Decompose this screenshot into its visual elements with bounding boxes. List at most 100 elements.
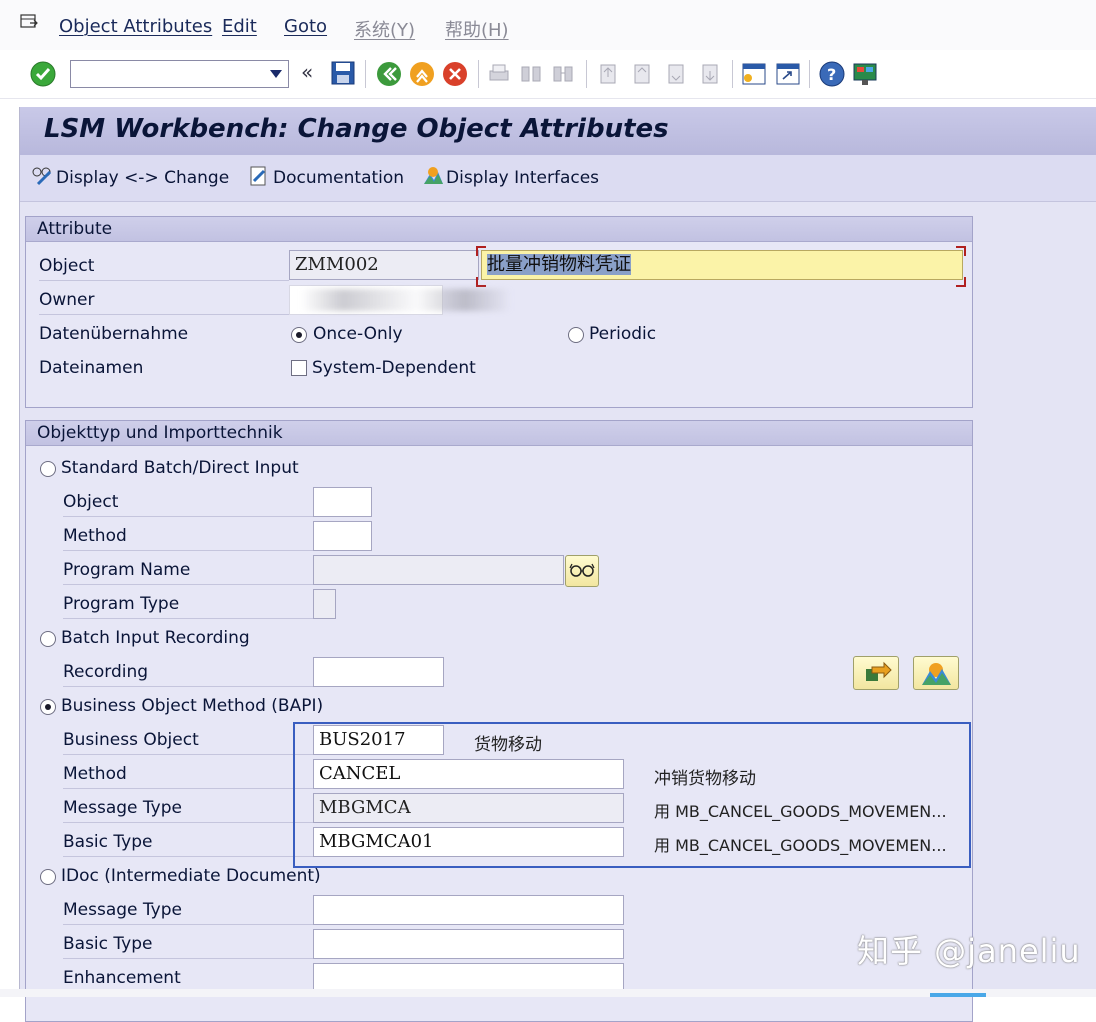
documentation-label: Documentation — [273, 168, 405, 188]
label-underline — [63, 686, 313, 687]
standard-batch-label: Standard Batch/Direct Input — [61, 458, 299, 478]
label-underline — [63, 788, 313, 789]
program-type-label: Program Type — [63, 594, 180, 614]
label-underline — [63, 924, 313, 925]
standard-toolbar: « ? — [0, 50, 1096, 99]
recording-label: Recording — [63, 662, 149, 682]
first-page-icon — [596, 62, 620, 86]
exit-icon[interactable] — [409, 61, 435, 87]
find-icon — [520, 63, 542, 85]
glasses-icon — [569, 563, 595, 577]
bapi-radio[interactable] — [40, 699, 56, 715]
corner-marker — [956, 277, 966, 287]
attribute-group-header: Attribute — [26, 217, 972, 242]
sb-object-label: Object — [63, 492, 119, 512]
label-underline — [63, 516, 313, 517]
label-underline — [63, 584, 313, 585]
print-icon — [488, 63, 510, 85]
periodic-radio[interactable] — [568, 327, 584, 343]
next-page-icon — [664, 62, 688, 86]
command-input[interactable] — [73, 63, 257, 85]
collapse-icon[interactable]: « — [301, 60, 313, 84]
new-session-icon[interactable] — [741, 61, 767, 87]
svg-text:?: ? — [827, 65, 836, 84]
owner-label: Owner — [39, 290, 95, 310]
once-only-radio[interactable] — [291, 327, 307, 343]
highlight-box — [293, 722, 971, 868]
label-underline — [39, 314, 289, 315]
attribute-group-title: Attribute — [37, 219, 113, 239]
sb-object-field[interactable] — [313, 487, 372, 517]
bapi-method-label: Method — [63, 764, 127, 784]
last-page-icon — [698, 62, 722, 86]
system-dependent-label: System-Dependent — [312, 358, 476, 378]
back-icon[interactable] — [376, 61, 402, 87]
standard-batch-radio[interactable] — [40, 461, 56, 477]
objekttyp-group-title: Objekttyp und Importtechnik — [37, 423, 283, 443]
label-underline — [63, 958, 313, 959]
dateinamen-label: Dateinamen — [39, 358, 144, 378]
idoc-message-type-field[interactable] — [313, 895, 624, 925]
status-indicator — [930, 993, 986, 997]
batch-input-label: Batch Input Recording — [61, 628, 250, 648]
once-only-label: Once-Only — [313, 324, 403, 344]
system-dependent-checkbox[interactable] — [291, 360, 307, 376]
interfaces-icon — [422, 166, 443, 186]
recording-field[interactable] — [313, 657, 444, 687]
periodic-label: Periodic — [589, 324, 657, 344]
menu-icon[interactable] — [20, 14, 38, 30]
idoc-basic-type-field[interactable] — [313, 929, 624, 959]
title-bar: LSM Workbench: Change Object Attributes — [20, 107, 1096, 155]
object-field: ZMM002 — [289, 250, 479, 280]
documentation-icon — [249, 166, 269, 186]
application-toolbar: Display <-> Change Documentation Display… — [20, 155, 1096, 202]
idoc-radio[interactable] — [40, 869, 56, 885]
find-next-icon — [552, 63, 574, 85]
customize-layout-icon[interactable] — [852, 61, 878, 87]
program-name-label: Program Name — [63, 560, 191, 580]
recording-interfaces-button[interactable] — [913, 656, 959, 690]
watermark: 知乎 @janeliu — [857, 932, 1081, 970]
corner-marker — [956, 246, 966, 256]
program-type-field[interactable] — [313, 589, 336, 619]
cancel-icon[interactable] — [442, 61, 468, 87]
sb-method-label: Method — [63, 526, 127, 546]
documentation-button[interactable]: Documentation — [249, 166, 404, 188]
command-field[interactable] — [70, 60, 289, 88]
display-interfaces-label: Display Interfaces — [446, 168, 600, 188]
menu-system[interactable]: 系统(Y) — [354, 16, 415, 42]
menu-goto[interactable]: Goto — [284, 16, 327, 37]
recording-transfer-button[interactable] — [853, 656, 899, 690]
display-interfaces-button[interactable]: Display Interfaces — [422, 166, 599, 188]
menu-bar: Object Attributes Edit Goto 系统(Y) 帮助(H) — [0, 0, 1096, 51]
menu-object-attributes[interactable]: Object Attributes — [59, 16, 212, 37]
datenuebernahme-label: Datenübernahme — [39, 324, 189, 344]
interfaces-icon — [922, 663, 951, 685]
label-underline — [39, 280, 289, 281]
glasses-pencil-icon — [32, 166, 52, 186]
message-type-label: Message Type — [63, 798, 182, 818]
attribute-group: Attribute Object ZMM002 批量冲销物料凭证 Owner D… — [25, 216, 973, 408]
dropdown-arrow-icon[interactable] — [270, 70, 282, 78]
help-icon[interactable]: ? — [819, 61, 845, 87]
enhancement-label: Enhancement — [63, 968, 181, 988]
save-icon[interactable] — [331, 61, 355, 85]
label-underline — [63, 550, 313, 551]
idoc-label: IDoc (Intermediate Document) — [61, 866, 321, 886]
shortcut-icon[interactable] — [775, 61, 801, 87]
menu-help[interactable]: 帮助(H) — [445, 16, 509, 42]
object-description-field[interactable]: 批量冲销物料凭证 — [481, 250, 963, 280]
idoc-basic-type-label: Basic Type — [63, 934, 153, 954]
enter-checkmark-icon[interactable] — [30, 61, 56, 87]
sb-method-field[interactable] — [313, 521, 372, 551]
label-underline — [63, 822, 313, 823]
page-title: LSM Workbench: Change Object Attributes — [44, 114, 669, 144]
batch-input-radio[interactable] — [40, 631, 56, 647]
previous-page-icon — [630, 62, 654, 86]
bapi-label: Business Object Method (BAPI) — [61, 696, 324, 716]
menu-edit[interactable]: Edit — [222, 16, 257, 37]
corner-marker — [476, 246, 486, 256]
display-change-button[interactable]: Display <-> Change — [32, 166, 229, 188]
program-name-field[interactable] — [313, 555, 564, 585]
program-display-button[interactable] — [565, 555, 599, 587]
